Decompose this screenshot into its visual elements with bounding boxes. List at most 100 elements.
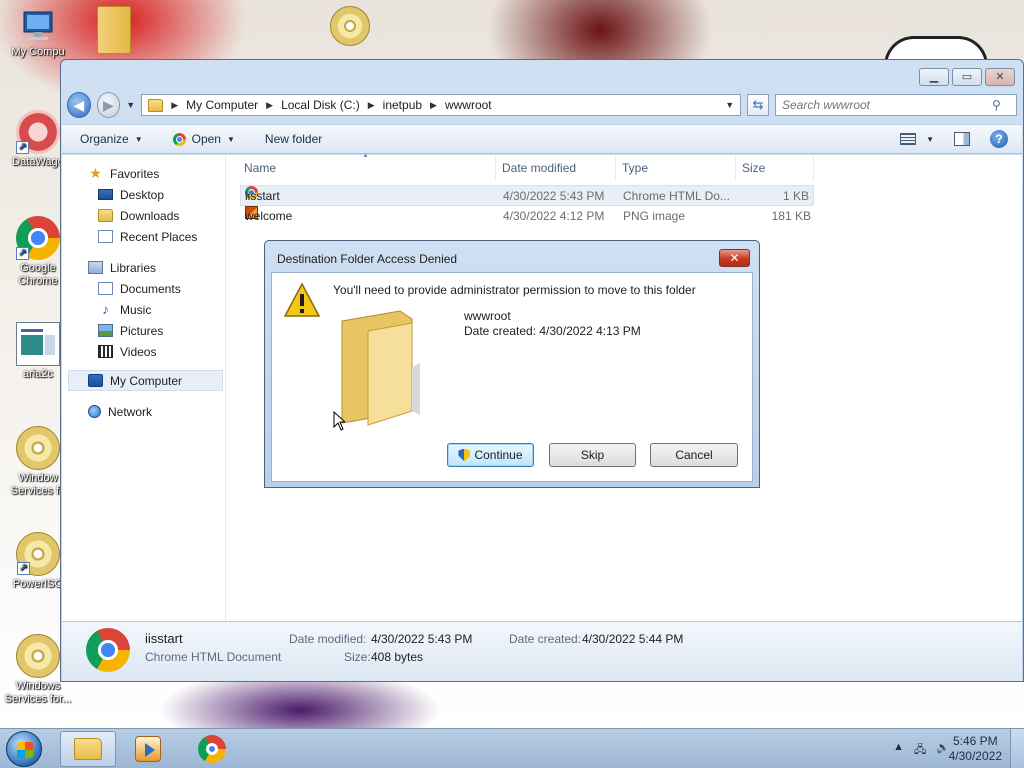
dialog-close-button[interactable]: ✕ xyxy=(719,249,750,267)
file-size: 181 KB xyxy=(771,209,811,223)
uac-shield-icon xyxy=(458,448,471,462)
dialog-message: You'll need to provide administrator per… xyxy=(333,283,696,297)
search-box[interactable]: ⚲ xyxy=(774,94,1017,116)
details-file-name: iisstart xyxy=(145,631,183,646)
column-header-date-modified[interactable]: Date modified xyxy=(496,155,616,181)
nav-videos[interactable]: Videos xyxy=(62,341,225,362)
file-name: welcome xyxy=(245,209,293,223)
command-bar: Organize ▼ Open ▼ New folder ▼ ? xyxy=(62,124,1022,154)
warning-icon xyxy=(284,283,320,317)
chevron-right-icon[interactable]: ▶ xyxy=(171,100,178,111)
breadcrumb-wwwroot[interactable]: wwwroot xyxy=(445,98,492,112)
taskbar-chrome[interactable] xyxy=(184,731,240,767)
skip-button[interactable]: Skip xyxy=(549,443,636,467)
nav-music[interactable]: ♪ Music xyxy=(62,299,225,320)
details-created-label: Date created: xyxy=(509,632,582,646)
nav-documents[interactable]: Documents xyxy=(62,278,225,299)
folder-icon xyxy=(148,98,164,112)
minimize-button[interactable]: ▁ xyxy=(919,68,949,86)
computer-icon xyxy=(88,374,103,387)
desktop-icon-cd[interactable] xyxy=(312,6,388,48)
chrome-icon xyxy=(86,628,130,672)
file-row[interactable]: welcome 4/30/2022 4:12 PM PNG image 181 … xyxy=(240,206,816,227)
organize-button[interactable]: Organize ▼ xyxy=(80,132,143,146)
change-view-button[interactable]: ▼ xyxy=(900,133,934,145)
shortcut-arrow-icon: ↗ xyxy=(17,562,30,575)
cd-icon xyxy=(330,6,370,46)
videos-icon xyxy=(98,345,113,358)
clock-date: 4/30/2022 xyxy=(948,749,1002,763)
chevron-right-icon[interactable]: ▶ xyxy=(430,100,437,111)
taskbar-media-player[interactable] xyxy=(120,731,176,767)
file-type: PNG image xyxy=(623,209,686,223)
file-type: Chrome HTML Do... xyxy=(623,189,730,203)
file-size: 1 KB xyxy=(782,189,809,203)
chevron-right-icon[interactable]: ▶ xyxy=(266,100,273,111)
nav-favorites[interactable]: ★ Favorites xyxy=(62,163,225,184)
new-folder-button[interactable]: New folder xyxy=(265,132,322,146)
chevron-down-icon: ▼ xyxy=(926,134,934,144)
nav-downloads[interactable]: Downloads xyxy=(62,205,225,226)
nav-pictures[interactable]: Pictures xyxy=(62,320,225,341)
desktop-icon-my-computer[interactable]: My Compu xyxy=(0,10,76,59)
search-input[interactable] xyxy=(781,98,992,112)
nav-my-computer[interactable]: My Computer xyxy=(68,370,223,391)
close-button[interactable]: ✕ xyxy=(985,68,1015,86)
start-button[interactable] xyxy=(6,731,42,767)
clock-time: 5:46 PM xyxy=(952,734,998,748)
details-size-value: 408 bytes xyxy=(371,650,424,664)
help-button[interactable]: ? xyxy=(990,130,1008,148)
back-button[interactable]: ◀ xyxy=(67,92,91,118)
chrome-icon: ↗ xyxy=(16,216,60,260)
open-button[interactable]: Open ▼ xyxy=(172,132,235,146)
file-date: 4/30/2022 5:43 PM xyxy=(503,189,605,203)
column-header-type[interactable]: Type xyxy=(616,155,736,181)
maximize-button[interactable]: ▭ xyxy=(952,68,982,86)
taskbar-explorer[interactable] xyxy=(60,731,116,767)
show-hidden-icons-button[interactable]: ▲ xyxy=(893,741,904,760)
forward-button[interactable]: ▶ xyxy=(96,92,121,118)
nav-desktop[interactable]: Desktop xyxy=(62,184,225,205)
address-bar[interactable]: ▶ My Computer ▶ Local Disk (C:) ▶ inetpu… xyxy=(141,94,742,116)
nav-network[interactable]: Network xyxy=(62,401,225,422)
address-dropdown-icon[interactable]: ▼ xyxy=(725,100,734,110)
folder-name: wwwroot xyxy=(464,309,511,323)
desktop-icon-folder[interactable] xyxy=(76,6,152,56)
nav-libraries[interactable]: Libraries xyxy=(62,257,225,278)
network-tray-icon[interactable]: 🖧 xyxy=(914,741,926,760)
star-icon: ★ xyxy=(89,165,102,181)
recent-pages-dropdown[interactable]: ▼ xyxy=(126,100,135,110)
pictures-icon xyxy=(98,324,113,337)
details-modified-label: Date modified: xyxy=(289,632,367,646)
show-desktop-button[interactable] xyxy=(1010,729,1024,768)
shortcut-arrow-icon: ↗ xyxy=(16,247,29,260)
file-date: 4/30/2022 4:12 PM xyxy=(503,209,605,223)
dialog-body: You'll need to provide administrator per… xyxy=(271,272,753,482)
preview-pane-button[interactable] xyxy=(954,132,970,146)
folder-info: wwwroot Date created: 4/30/2022 4:13 PM xyxy=(464,309,641,339)
nav-recent-places[interactable]: Recent Places xyxy=(62,226,225,247)
libraries-icon xyxy=(88,261,103,274)
chrome-icon xyxy=(198,735,226,763)
mouse-cursor-icon xyxy=(333,411,345,431)
continue-button[interactable]: Continue xyxy=(447,443,534,467)
downloads-icon xyxy=(98,209,113,222)
file-row[interactable]: iisstart 4/30/2022 5:43 PM Chrome HTML D… xyxy=(240,185,814,206)
view-icon xyxy=(900,133,917,145)
chevron-down-icon: ▼ xyxy=(226,134,235,144)
taskbar-clock[interactable]: 5:46 PM 4/30/2022 xyxy=(949,734,1002,764)
cancel-button[interactable]: Cancel xyxy=(650,443,738,467)
breadcrumb-my-computer[interactable]: My Computer xyxy=(186,98,258,112)
folder-icon xyxy=(74,738,102,760)
search-icon[interactable]: ⚲ xyxy=(992,98,1001,112)
view-controls: ▼ ? xyxy=(900,130,1008,148)
chrome-icon xyxy=(172,132,186,146)
breadcrumb-inetpub[interactable]: inetpub xyxy=(383,98,422,112)
details-created-value: 4/30/2022 5:44 PM xyxy=(582,632,684,646)
refresh-button[interactable]: ⇆ xyxy=(747,94,769,116)
breadcrumb-local-disk[interactable]: Local Disk (C:) xyxy=(281,98,360,112)
file-name: iisstart xyxy=(245,189,280,203)
chevron-right-icon[interactable]: ▶ xyxy=(368,100,375,111)
chevron-down-icon: ▼ xyxy=(134,134,143,144)
column-header-size[interactable]: Size xyxy=(736,155,814,181)
